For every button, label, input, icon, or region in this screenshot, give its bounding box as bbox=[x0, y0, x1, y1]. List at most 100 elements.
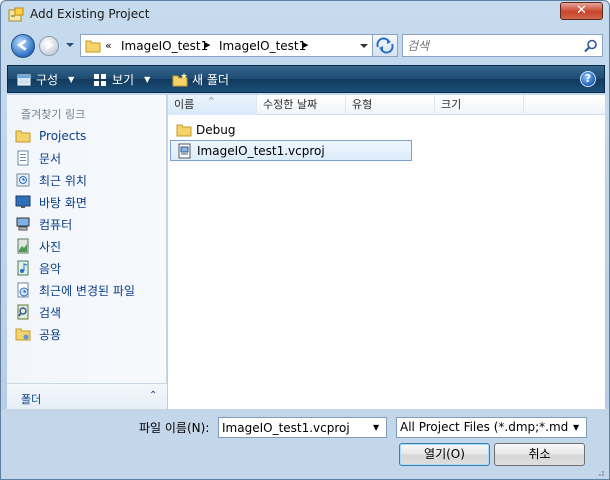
refresh-button[interactable] bbox=[372, 34, 398, 57]
list-item[interactable]: ImageIO_test1.vcproj bbox=[170, 140, 412, 161]
open-button[interactable]: 열기(O) bbox=[399, 443, 490, 466]
search-folder-icon bbox=[17, 304, 29, 320]
favorite-links-list: Projects 문서 최근 위치 바탕 화면 컴퓨터 사진 음악 최근에 변경… bbox=[7, 125, 167, 345]
search-icon[interactable] bbox=[584, 39, 598, 53]
breadcrumb-separator-icon[interactable]: ▸ bbox=[205, 38, 211, 51]
sort-ascending-icon: ^ bbox=[208, 96, 215, 105]
dialog-window: Add Existing Project ✕ « ImageIO_test1 ▸ bbox=[0, 0, 610, 480]
column-header-label: 유형 bbox=[352, 98, 373, 111]
organize-icon bbox=[17, 74, 31, 85]
chevron-down-icon: ▼ bbox=[68, 75, 75, 84]
sidebar-item-computer[interactable]: 컴퓨터 bbox=[7, 213, 167, 235]
file-type-filter-select[interactable]: All Project Files (*.dmp;*.md ▼ bbox=[396, 417, 587, 438]
breadcrumb-item[interactable]: ImageIO_test1 bbox=[121, 39, 208, 53]
sidebar-item-pictures[interactable]: 사진 bbox=[7, 235, 167, 257]
command-toolbar: 구성 ▼ 보기 ▼ 새 폴더 ? bbox=[7, 65, 605, 93]
sidebar-item-music[interactable]: 음악 bbox=[7, 257, 167, 279]
sidebar-item-label: 바탕 화면 bbox=[39, 195, 87, 210]
resize-grip-icon[interactable] bbox=[595, 467, 605, 477]
filename-input[interactable] bbox=[222, 420, 370, 435]
breadcrumb-item[interactable]: ImageIO_test1 bbox=[219, 39, 306, 53]
folders-label: 폴더 bbox=[21, 393, 42, 406]
public-folder-icon bbox=[15, 328, 31, 341]
column-header-size[interactable]: 크기 bbox=[435, 95, 524, 115]
views-icon bbox=[94, 73, 106, 86]
breadcrumb-overflow[interactable]: « bbox=[105, 39, 112, 52]
organize-button[interactable]: 구성 ▼ bbox=[16, 71, 74, 88]
music-icon bbox=[17, 260, 29, 276]
close-icon: ✕ bbox=[576, 3, 587, 18]
sidebar-item-label: 검색 bbox=[39, 305, 62, 320]
column-header-label: 수정한 날짜 bbox=[263, 98, 318, 111]
sidebar-item-projects[interactable]: Projects bbox=[7, 125, 167, 147]
title-bar[interactable]: Add Existing Project ✕ bbox=[1, 1, 609, 29]
sidebar-item-recent-places[interactable]: 최근 위치 bbox=[7, 169, 167, 191]
sidebar-item-documents[interactable]: 문서 bbox=[7, 147, 167, 169]
file-list-pane: ^ 이름 수정한 날짜 유형 크기 Debug ImageIO_test1.vc… bbox=[168, 95, 605, 409]
chevron-down-icon[interactable]: ▼ bbox=[373, 423, 379, 432]
documents-icon bbox=[17, 150, 29, 166]
chevron-down-icon[interactable]: ▼ bbox=[573, 423, 579, 432]
folder-icon bbox=[15, 130, 31, 143]
breadcrumb-separator-icon[interactable]: ▸ bbox=[303, 38, 309, 51]
folders-pane-toggle[interactable]: 폴더 ⌃ bbox=[7, 383, 167, 409]
recent-pages-dropdown-icon[interactable] bbox=[65, 40, 75, 50]
refresh-icon bbox=[376, 37, 394, 54]
sidebar-item-recently-changed[interactable]: 최근에 변경된 파일 bbox=[7, 279, 167, 301]
organize-label: 구성 bbox=[36, 73, 59, 87]
navigation-bar: « ImageIO_test1 ▸ ImageIO_test1 ▸ bbox=[7, 31, 605, 61]
column-headers: ^ 이름 수정한 날짜 유형 크기 bbox=[168, 95, 605, 115]
search-box[interactable] bbox=[402, 34, 603, 57]
sidebar-item-label: 최근 위치 bbox=[39, 173, 87, 188]
sidebar-item-label: 문서 bbox=[39, 151, 62, 166]
forward-arrow-icon bbox=[45, 40, 54, 50]
close-button[interactable]: ✕ bbox=[560, 2, 603, 20]
vcproj-file-icon bbox=[178, 143, 191, 158]
column-header-label: 이름 bbox=[174, 98, 195, 111]
computer-icon bbox=[16, 217, 30, 231]
column-header-label: 크기 bbox=[441, 98, 462, 111]
address-dropdown-icon[interactable] bbox=[359, 41, 369, 51]
file-name: ImageIO_test1.vcproj bbox=[197, 143, 325, 158]
folder-icon bbox=[176, 124, 192, 136]
new-folder-icon bbox=[172, 72, 188, 86]
file-name: Debug bbox=[196, 122, 236, 137]
back-button[interactable] bbox=[11, 34, 35, 58]
filename-combobox[interactable]: ▼ bbox=[218, 417, 387, 438]
sidebar-item-desktop[interactable]: 바탕 화면 bbox=[7, 191, 167, 213]
desktop-icon bbox=[15, 195, 31, 208]
chevron-up-icon[interactable]: ⌃ bbox=[149, 390, 157, 401]
sidebar-item-label: 공용 bbox=[39, 327, 62, 342]
chevron-down-icon: ▼ bbox=[144, 75, 151, 84]
cancel-button[interactable]: 취소 bbox=[494, 443, 585, 466]
favorite-links-heading: 즐겨찾기 링크 bbox=[21, 108, 86, 121]
help-icon[interactable]: ? bbox=[580, 71, 596, 87]
address-bar[interactable]: « ImageIO_test1 ▸ ImageIO_test1 ▸ bbox=[80, 34, 376, 57]
new-folder-button[interactable]: 새 폴더 bbox=[172, 71, 229, 88]
forward-button[interactable] bbox=[39, 36, 59, 56]
column-header-type[interactable]: 유형 bbox=[346, 95, 435, 115]
pictures-icon bbox=[17, 238, 29, 254]
dialog-footer: 파일 이름(N): ▼ All Project Files (*.dmp;*.m… bbox=[1, 409, 609, 479]
column-header-name[interactable]: ^ 이름 bbox=[168, 95, 257, 115]
sidebar-item-label: 사진 bbox=[39, 239, 62, 254]
sidebar-item-searches[interactable]: 검색 bbox=[7, 301, 167, 323]
list-item[interactable]: Debug bbox=[170, 119, 605, 140]
sidebar-item-label: 컴퓨터 bbox=[39, 217, 73, 232]
back-arrow-icon bbox=[16, 39, 27, 51]
new-folder-label: 새 폴더 bbox=[192, 73, 229, 87]
project-icon bbox=[8, 7, 24, 22]
window-title: Add Existing Project bbox=[30, 7, 150, 21]
file-type-filter-value: All Project Files (*.dmp;*.md bbox=[400, 420, 569, 434]
filename-label: 파일 이름(N): bbox=[139, 421, 210, 435]
sidebar-item-label: 음악 bbox=[39, 261, 62, 276]
sidebar-item-public[interactable]: 공용 bbox=[7, 323, 167, 345]
views-button[interactable]: 보기 ▼ bbox=[92, 71, 150, 88]
file-list: Debug ImageIO_test1.vcproj bbox=[170, 119, 605, 161]
recent-places-icon bbox=[16, 173, 30, 187]
sidebar-item-label: 최근에 변경된 파일 bbox=[39, 283, 135, 298]
search-input[interactable] bbox=[407, 37, 577, 54]
recently-changed-icon bbox=[17, 282, 29, 298]
folder-icon bbox=[85, 40, 101, 53]
column-header-date-modified[interactable]: 수정한 날짜 bbox=[257, 95, 346, 115]
